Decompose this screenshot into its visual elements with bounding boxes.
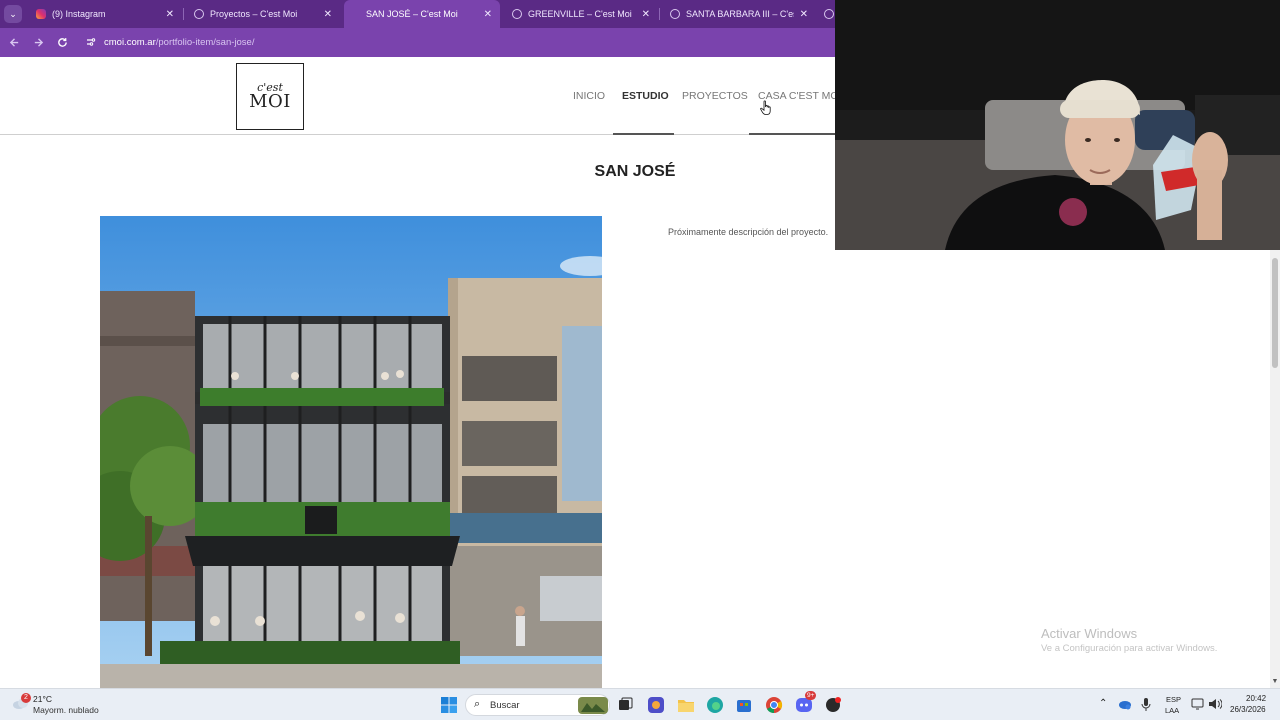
volume-icon[interactable] — [1208, 698, 1222, 710]
task-view-icon[interactable] — [615, 695, 635, 715]
tab-strip: ⌄ (9) Instagram ✕ Proyectos – C'est Moi … — [0, 0, 835, 28]
clock-date[interactable]: 26/3/2026 — [1230, 705, 1266, 714]
microphone-icon[interactable] — [1141, 698, 1151, 711]
scrollbar-thumb[interactable] — [1272, 258, 1278, 368]
scroll-down-arrow-icon[interactable]: ▼ — [1270, 678, 1280, 688]
globe-icon — [194, 9, 204, 19]
nav-estudio[interactable]: ESTUDIO — [622, 90, 669, 102]
weather-temperature[interactable]: 21°C — [33, 694, 52, 704]
reload-icon[interactable] — [54, 34, 70, 50]
tab-title: SAN JOSÉ – C'est Moi — [366, 9, 458, 19]
site-info-icon[interactable] — [86, 37, 96, 49]
widgets-icon[interactable] — [646, 695, 666, 715]
show-hidden-icons-chevron-icon[interactable]: ⌃ — [1099, 698, 1107, 709]
back-arrow-icon[interactable] — [6, 34, 22, 50]
tab-san-jose[interactable]: SAN JOSÉ – C'est Moi ✕ — [344, 0, 500, 28]
input-language[interactable]: ESP — [1166, 695, 1181, 704]
close-icon[interactable]: ✕ — [800, 9, 808, 20]
hand-cursor-icon — [760, 100, 771, 115]
nav-inicio[interactable]: INICIO — [573, 90, 605, 102]
weather-description[interactable]: Mayorm. nublado — [33, 705, 99, 715]
tab-title: (9) Instagram — [52, 9, 106, 19]
tab-santa-barbara[interactable]: SANTA BARBARA III – C'est Moi ✕ — [660, 0, 816, 28]
webcam-overlay — [835, 0, 1280, 250]
search-icon: ⌕ — [474, 698, 481, 710]
url-host: cmoi.com.ar — [104, 37, 156, 48]
project-render-image — [100, 216, 602, 688]
site-header: c'est MOI INICIO ESTUDIO PROYECTOS CASA … — [0, 57, 842, 135]
tab-title: Proyectos – C'est Moi — [210, 9, 298, 19]
nav-hover-indicator — [749, 133, 835, 135]
onedrive-icon[interactable] — [1118, 698, 1132, 710]
tab-overflow[interactable] — [818, 0, 835, 28]
clock-time[interactable]: 20:42 — [1246, 694, 1266, 703]
taskbar: 2 21°C Mayorm. nublado ⌕ Buscar 9+ ⌃ ESP… — [0, 688, 1280, 720]
tab-instagram[interactable]: (9) Instagram ✕ — [26, 0, 182, 28]
globe-icon — [512, 9, 522, 19]
forward-arrow-icon[interactable] — [30, 34, 46, 50]
keyboard-layout[interactable]: LAA — [1165, 706, 1179, 715]
project-description: Próximamente descripción del proyecto. — [668, 227, 829, 237]
chrome-icon[interactable] — [764, 695, 784, 715]
tab-search-button[interactable]: ⌄ — [4, 5, 22, 23]
globe-icon — [824, 9, 834, 19]
nav-active-indicator — [613, 133, 674, 135]
address-bar[interactable]: cmoi.com.ar/portfolio-item/san-jose/ — [78, 31, 835, 54]
taskbar-search[interactable]: ⌕ Buscar — [465, 694, 610, 716]
browser-toolbar: cmoi.com.ar/portfolio-item/san-jose/ — [0, 28, 835, 57]
tab-title: GREENVILLE – C'est Moi — [528, 9, 632, 19]
logo-line-2: MOI — [249, 90, 291, 112]
close-icon[interactable]: ✕ — [166, 9, 174, 20]
tab-proyectos[interactable]: Proyectos – C'est Moi ✕ — [184, 0, 340, 28]
tab-title: SANTA BARBARA III – C'est Moi — [686, 9, 794, 19]
instagram-icon — [36, 9, 46, 19]
edge-browser-icon[interactable] — [705, 695, 725, 715]
obs-record-icon[interactable] — [823, 695, 843, 715]
weather-alert-badge: 2 — [21, 693, 31, 703]
file-explorer-icon[interactable] — [676, 695, 696, 715]
windows-start-icon[interactable] — [439, 695, 459, 715]
notification-badge: 9+ — [805, 691, 817, 700]
close-icon[interactable]: ✕ — [642, 9, 650, 20]
url-path: /portfolio-item/san-jose/ — [155, 37, 255, 48]
globe-icon — [670, 9, 680, 19]
microsoft-store-icon[interactable] — [734, 695, 754, 715]
site-logo[interactable]: c'est MOI — [236, 63, 304, 130]
search-highlight-icon — [578, 697, 608, 714]
activate-windows-subtitle: Ve a Configuración para activar Windows. — [1041, 643, 1218, 654]
close-icon[interactable]: ✕ — [324, 9, 332, 20]
activate-windows-title: Activar Windows — [1041, 626, 1138, 641]
close-icon[interactable]: ✕ — [484, 9, 492, 20]
network-icon[interactable] — [1191, 698, 1205, 710]
search-placeholder: Buscar — [490, 700, 520, 711]
tab-greenville[interactable]: GREENVILLE – C'est Moi ✕ — [502, 0, 658, 28]
nav-proyectos[interactable]: PROYECTOS — [682, 90, 748, 102]
